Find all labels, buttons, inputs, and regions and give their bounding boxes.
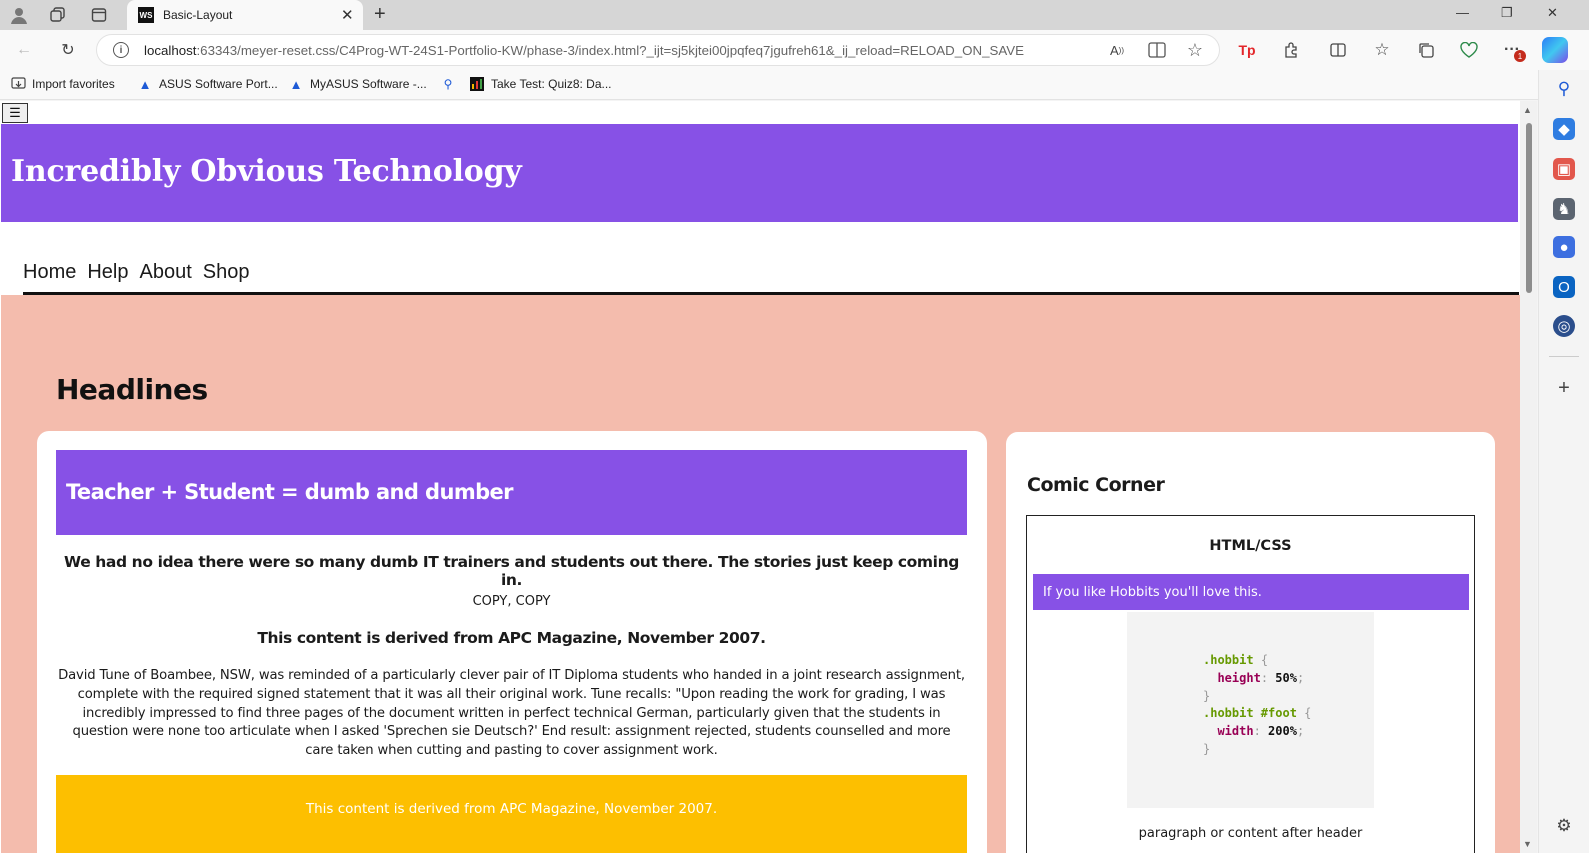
comic-card: Comic Corner HTML/CSS If you like Hobbit… bbox=[1006, 432, 1495, 853]
favorites-bar: Import favorites ▲ ASUS Software Port...… bbox=[0, 70, 1589, 100]
minimize-icon[interactable]: — bbox=[1456, 5, 1469, 20]
nav-about-link[interactable]: About bbox=[140, 261, 192, 284]
vertical-tabs-icon[interactable] bbox=[88, 4, 110, 26]
chart-icon bbox=[469, 76, 485, 92]
workspaces-icon[interactable] bbox=[47, 4, 69, 26]
close-tab-icon[interactable]: ✕ bbox=[341, 6, 354, 24]
webstorm-favicon-icon: WS bbox=[138, 7, 154, 23]
sidebar-settings-gear-icon[interactable]: ⚙ bbox=[1553, 815, 1575, 837]
favorites-icon[interactable]: ☆ bbox=[1370, 38, 1394, 62]
favorite-star-icon[interactable]: ☆ bbox=[1183, 38, 1207, 62]
scroll-thumb[interactable] bbox=[1526, 123, 1532, 293]
read-aloud-icon[interactable]: A)) bbox=[1105, 38, 1129, 62]
comic-subtitle: HTML/CSS bbox=[1209, 538, 1292, 554]
favorite-search[interactable]: ⚲ bbox=[440, 76, 456, 92]
back-icon[interactable]: ← bbox=[12, 38, 36, 62]
favorite-myasus[interactable]: ▲ MyASUS Software -... bbox=[288, 76, 427, 92]
headlines-heading: Headlines bbox=[56, 373, 208, 406]
url-text[interactable]: localhost:63343/meyer-reset.css/C4Prog-W… bbox=[144, 43, 1024, 58]
scroll-down-icon[interactable]: ▼ bbox=[1523, 839, 1532, 849]
edge-sidebar: ⚲ ◆ ▣ ♞ ● O ◎ + ⚙ bbox=[1538, 70, 1589, 853]
tp-extension-icon[interactable]: Tp bbox=[1235, 38, 1259, 62]
site-title: Incredibly Obvious Technology bbox=[11, 154, 522, 189]
sidebar-outlook-icon[interactable]: O bbox=[1553, 276, 1575, 298]
sidebar-office-icon[interactable]: ● bbox=[1553, 236, 1575, 258]
browser-toolbar: ← ↻ i localhost:63343/meyer-reset.css/C4… bbox=[0, 30, 1589, 70]
sidebar-tools-icon[interactable]: ▣ bbox=[1553, 158, 1575, 180]
nav-help-link[interactable]: Help bbox=[87, 261, 128, 284]
comic-banner: If you like Hobbits you'll love this. bbox=[1033, 574, 1469, 610]
comic-box: HTML/CSS If you like Hobbits you'll love… bbox=[1026, 515, 1475, 853]
notification-badge: 1 bbox=[1514, 50, 1526, 62]
article-body: David Tune of Boambee, NSW, was reminded… bbox=[58, 668, 965, 759]
code-property: height bbox=[1217, 670, 1261, 685]
new-tab-icon[interactable]: + bbox=[374, 3, 386, 26]
nav-home-link[interactable]: Home bbox=[23, 261, 76, 284]
asus-icon: ▲ bbox=[289, 76, 303, 92]
import-icon bbox=[10, 76, 26, 92]
article-copy-line: COPY, COPY bbox=[472, 594, 551, 609]
sidebar-shopping-icon[interactable]: ◆ bbox=[1553, 118, 1575, 140]
favorite-label: ASUS Software Port... bbox=[159, 77, 278, 91]
sidebar-divider bbox=[1549, 356, 1579, 357]
collections-icon[interactable] bbox=[1414, 38, 1438, 62]
article-banner: Teacher + Student = dumb and dumber bbox=[56, 450, 967, 535]
url-host: localhost bbox=[144, 43, 197, 58]
copilot-icon[interactable] bbox=[1542, 37, 1568, 63]
tab-title: Basic-Layout bbox=[163, 8, 233, 22]
favorite-import[interactable]: Import favorites bbox=[10, 76, 115, 92]
profile-icon[interactable] bbox=[8, 4, 30, 26]
browser-essentials-icon[interactable] bbox=[1457, 38, 1481, 62]
favorite-asus-portal[interactable]: ▲ ASUS Software Port... bbox=[137, 76, 278, 92]
code-value: 200% bbox=[1268, 724, 1297, 739]
nav-shop-link[interactable]: Shop bbox=[203, 261, 250, 284]
site-nav: Home Help About Shop bbox=[23, 261, 260, 284]
menu-toggle-button[interactable]: ☰ bbox=[2, 103, 28, 123]
favorite-label: MyASUS Software -... bbox=[310, 77, 427, 91]
sidebar-games-icon[interactable]: ♞ bbox=[1553, 198, 1575, 220]
article-source: This content is derived from APC Magazin… bbox=[257, 629, 766, 647]
page-viewport: ☰ Incredibly Obvious Technology Home Hel… bbox=[0, 101, 1520, 853]
article-title: Teacher + Student = dumb and dumber bbox=[66, 480, 514, 504]
window-close-icon[interactable]: ✕ bbox=[1547, 5, 1558, 21]
asus-icon: ▲ bbox=[138, 76, 152, 92]
comic-title: Comic Corner bbox=[1027, 474, 1165, 496]
comic-caption: paragraph or content after header bbox=[1138, 826, 1363, 841]
restore-icon[interactable]: ❐ bbox=[1501, 5, 1513, 21]
refresh-icon[interactable]: ↻ bbox=[56, 38, 80, 62]
code-selector: .hobbit bbox=[1203, 653, 1254, 667]
comic-code-image: .hobbit { height: 50%; } .hobbit #foot {… bbox=[1127, 612, 1374, 808]
article-footer: This content is derived from APC Magazin… bbox=[56, 775, 967, 853]
sidebar-steam-icon[interactable]: ◎ bbox=[1553, 315, 1575, 337]
sidebar-add-icon[interactable]: + bbox=[1553, 377, 1575, 399]
search-icon: ⚲ bbox=[443, 77, 453, 91]
tab-basic-layout[interactable]: WS Basic-Layout ✕ bbox=[127, 0, 363, 30]
site-header: Incredibly Obvious Technology bbox=[1, 124, 1518, 222]
url-path: :63343/meyer-reset.css/C4Prog-WT-24S1-Po… bbox=[196, 43, 1025, 58]
code-value: 50% bbox=[1275, 670, 1297, 685]
favorite-label: Take Test: Quiz8: Da... bbox=[491, 77, 612, 91]
sidebar-search-icon[interactable]: ⚲ bbox=[1553, 78, 1575, 100]
address-bar[interactable]: i localhost:63343/meyer-reset.css/C4Prog… bbox=[96, 34, 1220, 66]
favorite-label: Import favorites bbox=[32, 77, 115, 91]
site-info-icon[interactable]: i bbox=[113, 42, 129, 58]
article-lead: We had no idea there were so many dumb I… bbox=[64, 553, 959, 589]
favorite-quiz[interactable]: Take Test: Quiz8: Da... bbox=[469, 76, 612, 92]
code-property: width bbox=[1217, 724, 1254, 739]
split-screen-icon[interactable] bbox=[1326, 38, 1350, 62]
page-scrollbar[interactable]: ▲ ▼ bbox=[1520, 101, 1537, 853]
article-card: Teacher + Student = dumb and dumber We h… bbox=[37, 431, 987, 853]
extensions-icon[interactable] bbox=[1279, 38, 1303, 62]
scroll-up-icon[interactable]: ▲ bbox=[1523, 105, 1532, 115]
tab-strip: WS Basic-Layout ✕ + — ❐ ✕ bbox=[0, 0, 1589, 30]
immersive-reader-icon[interactable] bbox=[1145, 38, 1169, 62]
code-selector: .hobbit #foot bbox=[1203, 706, 1297, 721]
